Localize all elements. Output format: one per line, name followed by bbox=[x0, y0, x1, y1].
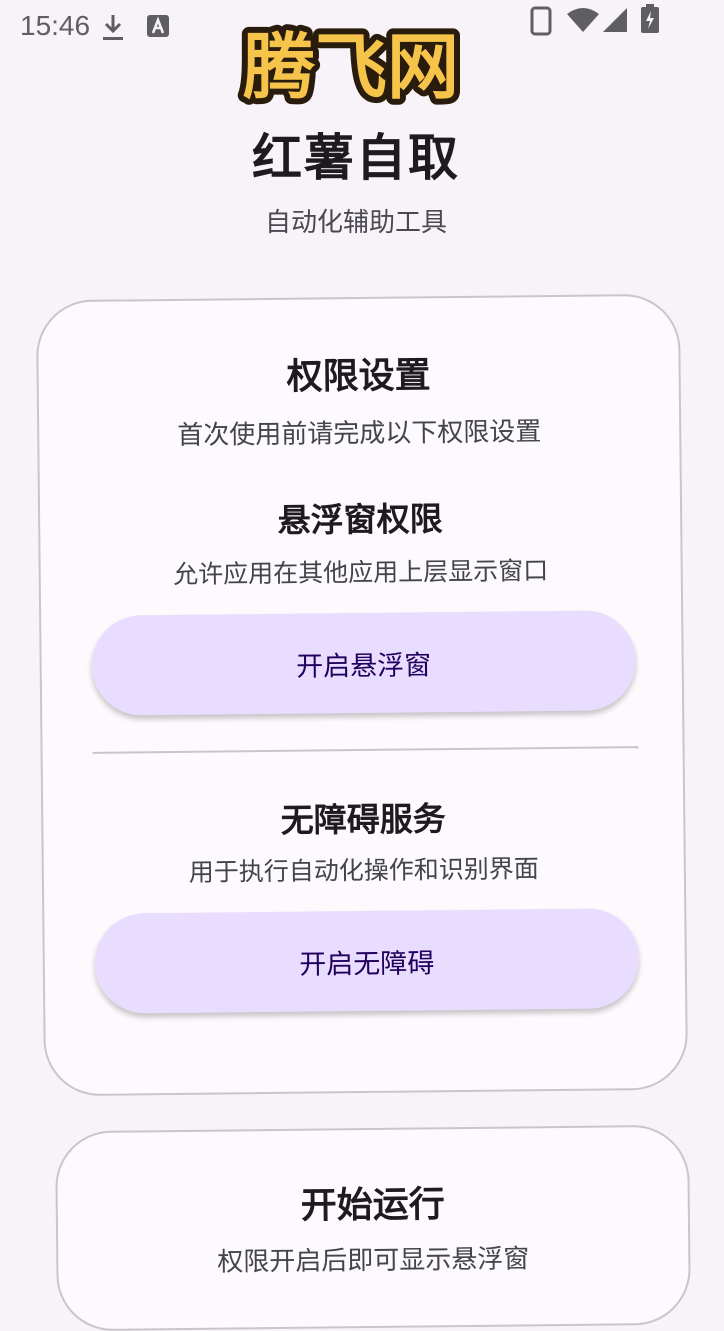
wifi-icon bbox=[566, 6, 600, 38]
a-notification-icon bbox=[146, 12, 170, 44]
accessibility-service-description: 用于执行自动化操作和识别界面 bbox=[188, 854, 539, 887]
start-run-description: 权限开启后即可显示悬浮窗 bbox=[217, 1244, 530, 1278]
accessibility-service-title: 无障碍服务 bbox=[280, 799, 447, 840]
app-title: 红薯自取 bbox=[252, 129, 460, 187]
download-icon bbox=[100, 12, 126, 46]
overlay-permission-title: 悬浮窗权限 bbox=[277, 499, 443, 540]
overlay-permission-description: 允许应用在其他应用上层显示窗口 bbox=[173, 556, 549, 589]
status-time: 15:46 bbox=[20, 10, 91, 41]
enable-overlay-button-label: 开启悬浮窗 bbox=[296, 649, 432, 683]
permissions-card: 权限设置 首次使用前请完成以下权限设置 悬浮窗权限 允许应用在其他应用上层显示窗… bbox=[35, 293, 689, 1097]
battery-charging-icon bbox=[640, 4, 660, 38]
watermark-logo: 腾飞网 腾飞网 bbox=[226, 14, 476, 115]
start-run-title: 开始运行 bbox=[300, 1184, 445, 1227]
enable-accessibility-button[interactable]: 开启无障碍 bbox=[94, 908, 640, 1014]
enable-overlay-button[interactable]: 开启悬浮窗 bbox=[91, 610, 637, 716]
svg-text:腾飞网: 腾飞网 bbox=[243, 25, 459, 109]
permissions-title: 权限设置 bbox=[286, 355, 431, 398]
signal-icon bbox=[602, 6, 628, 38]
phone-icon bbox=[530, 6, 552, 40]
enable-accessibility-button-label: 开启无障碍 bbox=[299, 947, 435, 981]
permissions-description: 首次使用前请完成以下权限设置 bbox=[177, 417, 542, 451]
app-subtitle: 自动化辅助工具 bbox=[264, 208, 447, 238]
divider bbox=[92, 746, 639, 754]
start-run-card: 开始运行 权限开启后即可显示悬浮窗 bbox=[54, 1124, 692, 1331]
